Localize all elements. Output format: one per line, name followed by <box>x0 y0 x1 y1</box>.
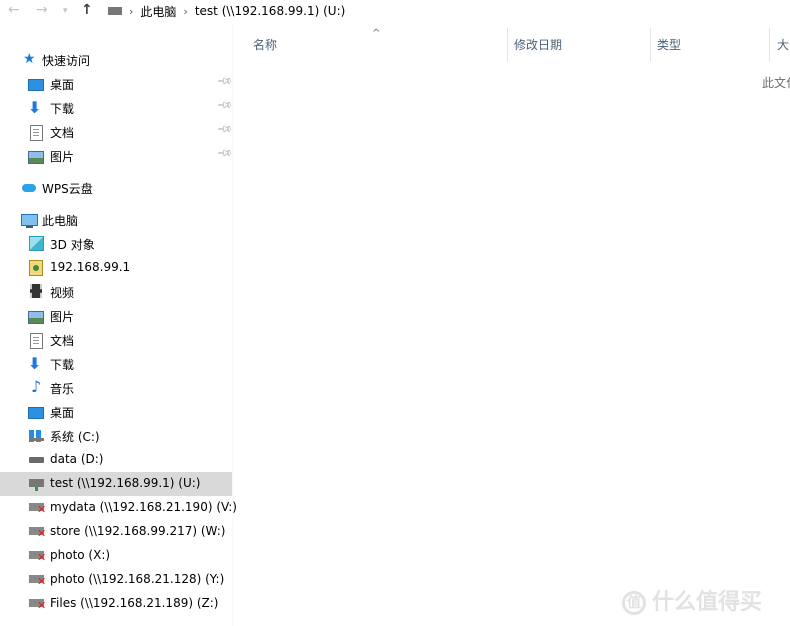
nav-label: 192.168.99.1 <box>50 260 131 274</box>
nav-item-drive-z[interactable]: ✕ Files (\\192.168.21.189) (Z:) <box>0 592 232 616</box>
nav-item-documents-pc[interactable]: 文档 <box>0 328 232 352</box>
nav-item-drive-d[interactable]: data (D:) <box>0 448 232 472</box>
nav-label: test (\\192.168.99.1) (U:) <box>50 476 201 490</box>
document-icon <box>30 333 43 349</box>
desktop-icon <box>28 79 44 91</box>
nav-label: 系统 (C:) <box>50 430 100 444</box>
pin-icon: 📌︎ <box>215 145 233 162</box>
windows-drive-icon <box>29 430 44 442</box>
watermark-logo-icon: 值 <box>622 591 646 615</box>
download-arrow-icon: ⬇ <box>28 354 42 373</box>
hard-drive-icon <box>29 457 44 463</box>
pane-splitter[interactable] <box>232 24 234 626</box>
column-header-date-modified[interactable]: 修改日期 <box>514 36 562 53</box>
column-divider[interactable] <box>507 28 508 62</box>
nav-label: 快速访问 <box>42 54 91 68</box>
watermark: 值什么值得买 <box>622 584 762 616</box>
column-header-size[interactable]: 大 <box>777 36 789 53</box>
column-divider[interactable] <box>650 28 651 62</box>
breadcrumb-current-drive[interactable]: test (\\192.168.99.1) (U:) <box>195 4 345 18</box>
network-drive-icon <box>108 7 122 15</box>
document-icon <box>30 125 43 141</box>
music-note-icon: ♪ <box>31 377 42 396</box>
pin-icon: 📌︎ <box>215 73 233 90</box>
network-drive-icon <box>29 479 44 491</box>
3d-cube-icon <box>29 236 44 251</box>
nav-wps-cloud[interactable]: WPS云盘 <box>0 176 232 200</box>
nav-label: photo (\\192.168.21.128) (Y:) <box>50 572 225 586</box>
disconnected-x-icon: ✕ <box>37 599 47 612</box>
nav-item-pictures-pc[interactable]: 图片 <box>0 304 232 328</box>
nav-item-drive-y[interactable]: ✕ photo (\\192.168.21.128) (Y:) <box>0 568 232 592</box>
up-arrow-icon[interactable]: ↑ <box>81 1 93 19</box>
nav-label: 视频 <box>50 286 75 300</box>
nav-label: data (D:) <box>50 452 104 466</box>
nav-item-pictures[interactable]: 图片 📌︎ <box>0 144 233 168</box>
picture-icon <box>28 151 44 164</box>
nav-label: 音乐 <box>50 382 75 396</box>
disconnected-x-icon: ✕ <box>37 575 47 588</box>
pin-icon: 📌︎ <box>215 97 233 114</box>
cloud-icon <box>22 184 36 192</box>
nav-item-downloads[interactable]: ⬇ 下载 📌︎ <box>0 96 233 120</box>
desktop-icon <box>28 407 44 419</box>
nav-item-downloads-pc[interactable]: ⬇ 下载 <box>0 352 232 376</box>
film-icon <box>30 284 42 298</box>
nav-label: 3D 对象 <box>50 238 95 252</box>
nav-item-videos[interactable]: 视频 <box>0 280 232 304</box>
breadcrumb-chevron-icon[interactable]: › <box>129 5 133 18</box>
nav-label: photo (X:) <box>50 548 111 562</box>
back-arrow-icon[interactable]: ← <box>8 1 20 19</box>
sort-ascending-icon: ^ <box>372 28 381 39</box>
nav-label: 图片 <box>50 310 75 324</box>
pin-icon: 📌︎ <box>215 121 233 138</box>
disconnected-x-icon: ✕ <box>37 527 47 540</box>
column-divider[interactable] <box>769 28 770 62</box>
nav-item-drive-u[interactable]: test (\\192.168.99.1) (U:) <box>0 472 232 496</box>
nav-label: 文档 <box>50 334 75 348</box>
column-header-type[interactable]: 类型 <box>657 36 681 53</box>
nav-label: 图片 <box>50 150 75 164</box>
nav-item-drive-c[interactable]: 系统 (C:) <box>0 424 232 448</box>
forward-arrow-icon[interactable]: → <box>36 1 48 19</box>
computer-icon <box>21 214 38 228</box>
nav-label: Files (\\192.168.21.189) (Z:) <box>50 596 219 610</box>
network-location-icon <box>29 260 43 276</box>
picture-icon <box>28 311 44 324</box>
address-bar[interactable]: › 此电脑 › test (\\192.168.99.1) (U:) <box>100 0 790 22</box>
nav-quick-access[interactable]: ★ 快速访问 <box>0 48 232 72</box>
nav-label: 桌面 <box>50 78 75 92</box>
breadcrumb-this-pc[interactable]: 此电脑 <box>140 3 176 20</box>
star-icon: ★ <box>23 51 36 67</box>
column-header-name[interactable]: 名称 <box>253 36 277 53</box>
nav-item-network-location[interactable]: 192.168.99.1 <box>0 256 232 280</box>
nav-item-drive-x[interactable]: ✕ photo (X:) <box>0 544 232 568</box>
nav-label: 此电脑 <box>42 214 79 228</box>
recent-locations-chevron-icon[interactable]: ▾ <box>63 2 68 20</box>
nav-item-drive-w[interactable]: ✕ store (\\192.168.99.217) (W:) <box>0 520 232 544</box>
empty-folder-message: 此文化 <box>762 76 790 90</box>
nav-label: 文档 <box>50 126 75 140</box>
nav-label: 桌面 <box>50 406 75 420</box>
nav-item-music[interactable]: ♪ 音乐 <box>0 376 232 400</box>
nav-this-pc[interactable]: 此电脑 <box>0 208 232 232</box>
nav-label: mydata (\\192.168.21.190) (V:) <box>50 500 237 514</box>
nav-item-desktop-pc[interactable]: 桌面 <box>0 400 232 424</box>
nav-item-drive-v[interactable]: ✕ mydata (\\192.168.21.190) (V:) <box>0 496 237 520</box>
address-toolbar: ← → ▾ ↑ › 此电脑 › test (\\192.168.99.1) (U… <box>0 0 790 22</box>
nav-label: store (\\192.168.99.217) (W:) <box>50 524 226 538</box>
nav-item-documents[interactable]: 文档 📌︎ <box>0 120 233 144</box>
nav-label: 下载 <box>50 358 75 372</box>
nav-label: WPS云盘 <box>42 182 93 196</box>
download-arrow-icon: ⬇ <box>28 98 42 117</box>
disconnected-x-icon: ✕ <box>37 503 47 516</box>
disconnected-x-icon: ✕ <box>37 551 47 564</box>
navigation-pane: ★ 快速访问 桌面 📌︎ ⬇ 下载 📌︎ 文档 📌︎ 图片 📌︎ WPS云盘 此… <box>0 22 237 626</box>
nav-item-desktop[interactable]: 桌面 📌︎ <box>0 72 233 96</box>
watermark-text: 什么值得买 <box>652 590 763 615</box>
breadcrumb-chevron-icon[interactable]: › <box>183 5 187 18</box>
nav-item-3d-objects[interactable]: 3D 对象 <box>0 232 232 256</box>
nav-label: 下载 <box>50 102 75 116</box>
